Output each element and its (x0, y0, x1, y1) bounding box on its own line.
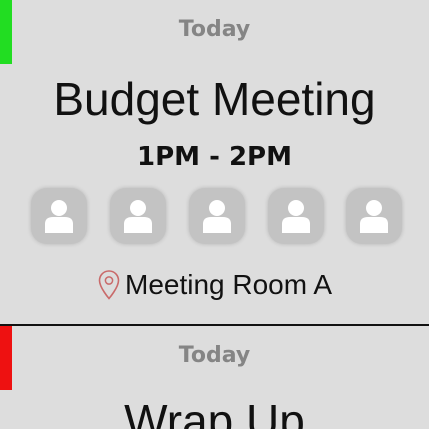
meeting-day: Today (178, 17, 251, 42)
meeting-title: Budget Meeting (53, 73, 376, 125)
meeting-card[interactable]: Today Budget Meeting 1PM - 2PM Meeting R… (0, 0, 429, 324)
user-silhouette-icon (360, 200, 388, 233)
attendee-avatar[interactable] (110, 188, 166, 244)
user-silhouette-icon (45, 200, 73, 233)
attendee-avatar[interactable] (346, 188, 402, 244)
attendee-list (0, 188, 429, 246)
meeting-location: Meeting Room A (0, 266, 429, 304)
location-label: Meeting Room A (125, 269, 332, 300)
map-pin-icon (98, 270, 120, 300)
user-silhouette-icon (282, 200, 310, 233)
meeting-card[interactable]: Today Wrap Up (0, 326, 429, 429)
user-silhouette-icon (124, 200, 152, 233)
meeting-time: 1PM - 2PM (137, 142, 292, 172)
meeting-title: Wrap Up (124, 395, 305, 429)
attendee-avatar[interactable] (31, 188, 87, 244)
attendee-avatar[interactable] (268, 188, 324, 244)
attendee-avatar[interactable] (189, 188, 245, 244)
meeting-day: Today (178, 343, 251, 368)
user-silhouette-icon (203, 200, 231, 233)
